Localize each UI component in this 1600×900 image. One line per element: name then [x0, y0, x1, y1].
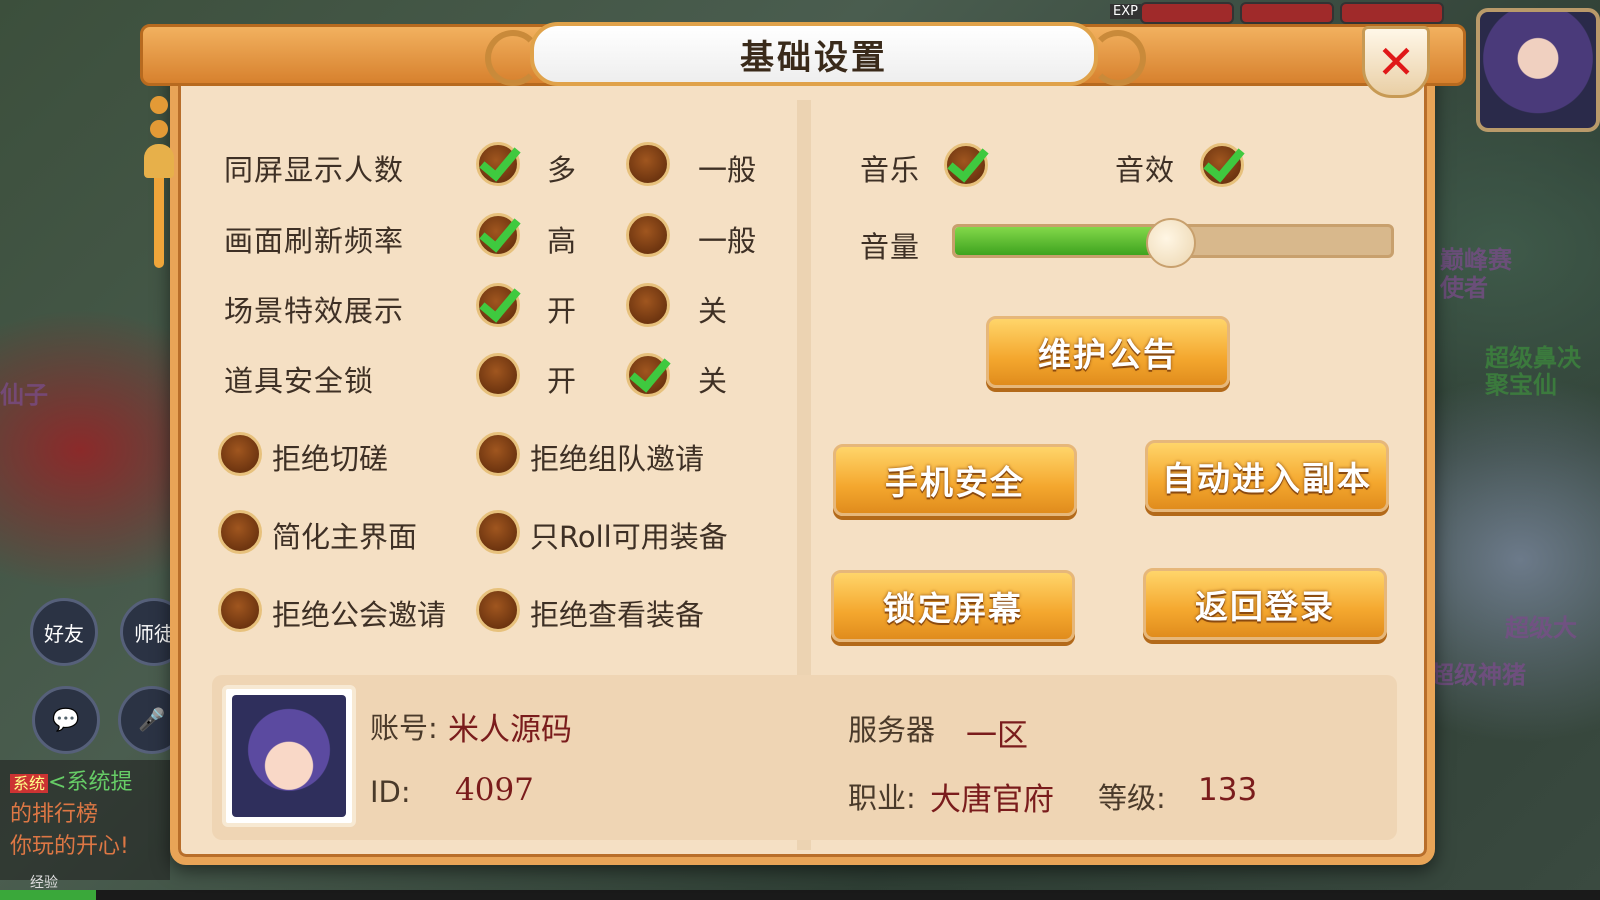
- setting-1-option-1-radio[interactable]: [476, 142, 520, 186]
- phone-security-button[interactable]: 手机安全: [833, 444, 1077, 516]
- setting-2-option-1-radio[interactable]: [476, 213, 520, 257]
- dialog-title: 基础设置: [740, 37, 888, 78]
- volume-fill: [955, 227, 1169, 255]
- chat-bubble-icon: 💬: [52, 707, 80, 733]
- chat-line-3: 你玩的开心!: [10, 834, 129, 859]
- setting-4-option-2-radio[interactable]: [626, 353, 670, 397]
- toggle-1-label: 拒绝切磋: [272, 442, 389, 476]
- player-portrait[interactable]: [1476, 8, 1600, 132]
- volume-slider[interactable]: [952, 218, 1394, 268]
- toggle-5-checkbox[interactable]: [218, 588, 262, 632]
- setting-2-option-2-label: 一般: [698, 224, 757, 258]
- setting-1-option-2-radio[interactable]: [626, 142, 670, 186]
- setting-1-option-1-label: 多: [547, 153, 577, 187]
- return-login-button[interactable]: 返回登录: [1143, 568, 1387, 640]
- hud-top-bar-3: [1340, 2, 1444, 24]
- bg-npc-name-left: 仙子: [0, 381, 48, 409]
- class-value: 大唐官府: [930, 782, 1054, 818]
- setting-label-4: 道具安全锁: [224, 364, 375, 398]
- dialog-title-plate: 基础设置: [530, 22, 1098, 86]
- close-button[interactable]: ✕: [1362, 26, 1430, 98]
- tassel-decoration: [144, 90, 174, 280]
- character-avatar-image: [232, 695, 346, 817]
- close-icon: ✕: [1376, 35, 1416, 89]
- chat-button[interactable]: 💬: [32, 686, 100, 754]
- bg-npc-name-right-5: 超级大: [1505, 614, 1577, 642]
- account-name: 米人源码: [448, 712, 572, 748]
- friends-button[interactable]: 好友: [30, 598, 98, 666]
- chat-system-tag: 系统: [10, 774, 49, 793]
- right-scroll-ornament: [1090, 30, 1146, 86]
- account-info-panel: [212, 675, 1397, 840]
- setting-4-option-2-label: 关: [698, 364, 728, 398]
- level-value: 133: [1198, 772, 1258, 808]
- toggle-1-checkbox[interactable]: [218, 432, 262, 476]
- bg-npc-name-right-6: 超级神猪: [1430, 661, 1526, 689]
- setting-2-option-1-label: 高: [547, 224, 577, 258]
- chat-panel[interactable]: 系统 <系统提 的排行榜 你玩的开心!: [0, 760, 170, 880]
- setting-1-option-2-label: 一般: [698, 153, 757, 187]
- setting-label-2: 画面刷新频率: [224, 224, 405, 258]
- toggle-4-checkbox[interactable]: [476, 510, 520, 554]
- sfx-label: 音效: [1115, 153, 1176, 187]
- avatar: [222, 685, 356, 827]
- setting-4-option-1-label: 开: [547, 364, 577, 398]
- setting-2-option-2-radio[interactable]: [626, 213, 670, 257]
- microphone-icon: 🎤: [138, 707, 166, 733]
- bg-npc-name-right-4: 聚宝仙: [1485, 371, 1557, 399]
- server-value: 一区: [966, 718, 1028, 754]
- hud-top-bar-2: [1240, 2, 1334, 24]
- toggle-5-label: 拒绝公会邀请: [272, 598, 447, 632]
- level-label: 等级:: [1098, 781, 1166, 815]
- sfx-toggle[interactable]: [1200, 143, 1244, 187]
- auto-enter-dungeon-button[interactable]: 自动进入副本: [1145, 440, 1389, 512]
- account-label: 账号:: [370, 711, 438, 745]
- id-value: 4097: [455, 772, 534, 808]
- toggle-6-checkbox[interactable]: [476, 588, 520, 632]
- setting-4-option-1-radio[interactable]: [476, 353, 520, 397]
- setting-label-3: 场景特效展示: [224, 294, 405, 328]
- setting-3-option-1-radio[interactable]: [476, 283, 520, 327]
- experience-label: 经验: [30, 875, 58, 891]
- volume-label: 音量: [860, 230, 921, 264]
- setting-3-option-2-label: 关: [698, 294, 728, 328]
- chat-line-2: 的排行榜: [10, 802, 99, 827]
- hud-exp-tag: EXP: [1110, 4, 1141, 19]
- id-label: ID:: [370, 775, 411, 809]
- setting-3-option-1-label: 开: [547, 294, 577, 328]
- toggle-2-label: 拒绝组队邀请: [530, 442, 705, 476]
- music-toggle[interactable]: [944, 143, 988, 187]
- experience-bar: 经验: [0, 875, 1600, 900]
- class-label: 职业:: [848, 781, 916, 815]
- toggle-2-checkbox[interactable]: [476, 432, 520, 476]
- toggle-3-label: 简化主界面: [272, 520, 418, 554]
- toggle-4-label: 只Roll可用装备: [530, 520, 728, 554]
- lock-screen-button[interactable]: 锁定屏幕: [831, 570, 1075, 642]
- setting-3-option-2-radio[interactable]: [626, 283, 670, 327]
- maintenance-notice-button[interactable]: 维护公告: [986, 316, 1230, 388]
- hud-top-bar-1: [1140, 2, 1234, 24]
- bg-npc-name-right-2: 使者: [1440, 274, 1488, 302]
- chat-line-1: <系统提: [48, 770, 133, 795]
- server-label: 服务器: [848, 713, 936, 747]
- music-label: 音乐: [860, 153, 921, 187]
- setting-label-1: 同屏显示人数: [224, 153, 405, 187]
- volume-slider-handle[interactable]: [1145, 218, 1196, 268]
- toggle-6-label: 拒绝查看装备: [530, 598, 705, 632]
- toggle-3-checkbox[interactable]: [218, 510, 262, 554]
